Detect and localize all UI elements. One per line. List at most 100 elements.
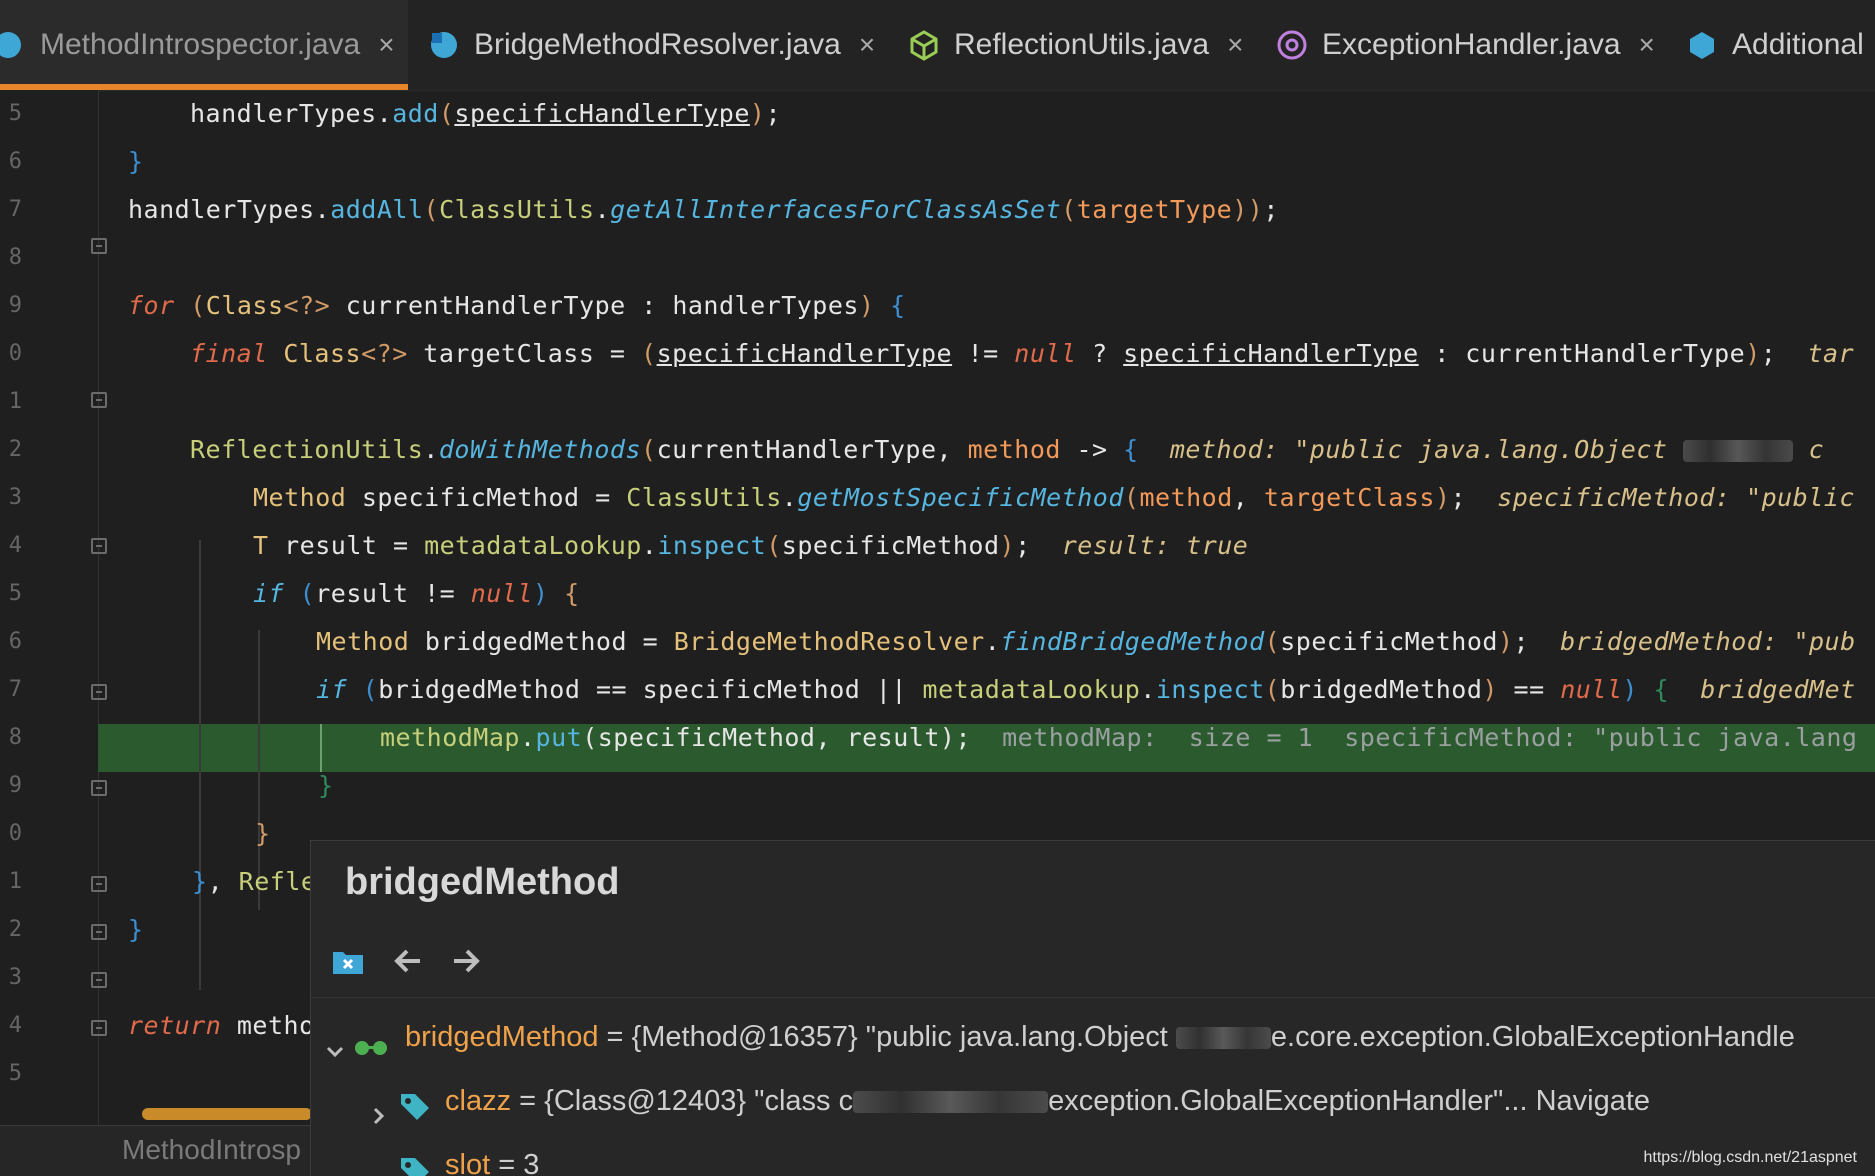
token: ( [1264, 627, 1281, 656]
back-arrow-icon[interactable] [391, 946, 425, 976]
token: currentHandlerType : handlerTypes [330, 291, 859, 320]
token: bridgedMethod [1280, 675, 1483, 704]
code-text: } [255, 819, 271, 848]
token: ( [766, 531, 782, 560]
close-icon[interactable]: × [1639, 29, 1655, 61]
token: ( [641, 435, 657, 464]
token: ( [190, 291, 206, 320]
redacted-text [1683, 440, 1794, 462]
code-text: if (bridgedMethod == specificMethod || m… [316, 666, 1856, 714]
popup-title: bridgedMethod [345, 861, 620, 903]
token: if [253, 579, 285, 608]
variable-value: e.core.exception.GlobalExceptionHandle [1270, 1021, 1795, 1053]
token: method [1139, 483, 1233, 512]
code-line: ReflectionUtils.doWithMethods(currentHan… [0, 426, 1875, 474]
tab-exception-handler[interactable]: ExceptionHandler.java × [1276, 0, 1655, 90]
variable-value: {Method@16357} "public java.lang.Object [631, 1021, 1176, 1053]
token: ) [1497, 627, 1514, 656]
tab-label: Additional [1732, 28, 1864, 61]
token: ( [582, 723, 598, 752]
token: ) [749, 99, 766, 128]
token: ; [1760, 339, 1777, 368]
navigate-link[interactable]: Navigate [1536, 1085, 1650, 1117]
chevron-right-icon[interactable] [369, 1091, 389, 1125]
variable-text: slot = 3 [445, 1139, 539, 1176]
token: } [192, 867, 208, 896]
fold-marker-icon[interactable] [91, 392, 107, 408]
token: null [470, 579, 533, 608]
token: . [641, 531, 658, 560]
inline-debug-value: c [1808, 435, 1825, 464]
token: ; [1450, 483, 1467, 512]
token: handlerTypes [190, 99, 377, 128]
token: doWithMethods [438, 435, 642, 464]
token: specificHandlerType [656, 339, 953, 368]
token: bridgedMethod = [409, 627, 674, 656]
token: ) [1622, 675, 1638, 704]
forward-arrow-icon[interactable] [449, 946, 483, 976]
variable-name: slot [445, 1149, 491, 1176]
code-text: } [318, 771, 334, 800]
close-icon[interactable]: × [378, 29, 394, 61]
token: ( [362, 675, 379, 704]
token: if [316, 675, 348, 704]
inline-debug-value: tar [1807, 339, 1855, 368]
chevron-down-icon[interactable] [325, 1027, 345, 1058]
token: , [207, 867, 239, 896]
token: ( [299, 579, 316, 608]
variable-value: 3 [523, 1149, 540, 1176]
token: ) [939, 723, 956, 752]
token: specificMethod [781, 531, 1000, 560]
inline-debug-value: bridgedMet [1700, 675, 1856, 704]
close-icon[interactable]: × [1227, 29, 1243, 61]
token: Class [205, 291, 284, 320]
java-interface-icon [1686, 29, 1718, 61]
token: BridgeMethodResolver [673, 627, 985, 656]
token: specificMethod [1280, 627, 1498, 656]
tab-reflection-utils[interactable]: ReflectionUtils.java × [908, 0, 1243, 90]
token: ? [1076, 339, 1124, 368]
code-text: handlerTypes.addAll(ClassUtils.getAllInt… [128, 186, 1279, 234]
editor-tab-bar: MethodIntrospector.java × BridgeMethodRe… [0, 0, 1875, 91]
token: : currentHandlerType [1418, 339, 1746, 368]
token: . [376, 99, 393, 128]
java-class-icon [0, 29, 26, 61]
code-line: } [0, 762, 1875, 810]
code-line: if (bridgedMethod == specificMethod || m… [0, 666, 1875, 714]
code-line: for (Class<?> currentHandlerType : handl… [0, 282, 1875, 330]
tab-method-introspector[interactable]: MethodIntrospector.java × [0, 0, 408, 90]
close-icon[interactable]: × [859, 29, 875, 61]
tab-additional[interactable]: Additional [1686, 0, 1864, 90]
token: ( [1061, 195, 1077, 224]
token: method [967, 435, 1061, 464]
folder-close-icon[interactable] [331, 946, 365, 976]
fold-marker-icon[interactable] [91, 972, 107, 988]
code-text: handlerTypes.add(specificHandlerType); [190, 90, 781, 138]
code-line: Method specificMethod = ClassUtils.getMo… [0, 474, 1875, 522]
fold-marker-icon[interactable] [91, 238, 107, 254]
equals: = [490, 1149, 524, 1176]
equals: = [511, 1085, 545, 1117]
horizontal-scrollbar[interactable] [142, 1108, 312, 1120]
token: getAllInterfacesForClassAsSet [610, 195, 1062, 224]
token: { [1653, 675, 1670, 704]
code-text: }, Refle [192, 858, 316, 906]
tab-label: MethodIntrospector.java [40, 28, 361, 61]
token: ( [641, 339, 657, 368]
token: ReflectionUtils [190, 435, 424, 464]
code-text: final Class<?> targetClass = (specificHa… [190, 330, 1854, 378]
token: currentHandlerType, [656, 435, 968, 464]
token: targetClass = [407, 339, 642, 368]
token: handlerTypes [128, 195, 315, 224]
token: bridgedMethod == specificMethod || [378, 675, 923, 704]
breadcrumb-file[interactable]: MethodIntrosp [122, 1134, 301, 1166]
tab-bridge-method-resolver[interactable]: BridgeMethodResolver.java × [428, 0, 875, 90]
token: ; [1263, 195, 1279, 224]
java-abstract-class-icon [908, 29, 940, 61]
token: getMostSpecificMethod [797, 483, 1124, 512]
token: != [952, 339, 1015, 368]
watch-glasses-icon [353, 1025, 389, 1055]
code-text: T result = metadataLookup.inspect(specif… [253, 522, 1248, 570]
token: methodMap [380, 723, 520, 752]
token: T [253, 531, 269, 560]
